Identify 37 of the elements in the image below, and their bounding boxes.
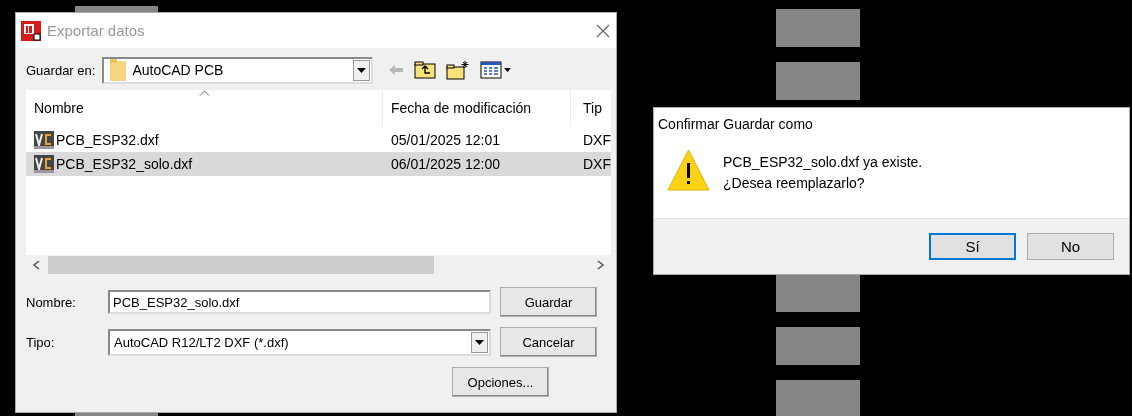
window-title: Exportar datos xyxy=(47,22,146,39)
column-header[interactable]: Tip xyxy=(571,90,613,126)
message-text: PCB_ESP32_solo.dxf ya existe. xyxy=(723,153,923,172)
save-button[interactable]: Guardar xyxy=(500,287,597,317)
message-text: ¿Desea reemplazarlo? xyxy=(723,174,866,193)
folder-icon xyxy=(110,59,127,81)
dialog-title: Confirmar Guardar como xyxy=(657,115,814,134)
field-label: Tipo: xyxy=(26,334,56,350)
no-button[interactable]: No xyxy=(1027,233,1114,260)
yes-button[interactable]: Sí xyxy=(929,233,1016,260)
new-folder-icon[interactable] xyxy=(446,60,471,80)
modified-date: 05/01/2025 12:01 xyxy=(390,132,501,148)
file-name: PCB_ESP32.dxf xyxy=(56,132,159,148)
dropdown-caret-icon xyxy=(475,339,484,345)
file-icon xyxy=(34,155,54,173)
app-icon xyxy=(21,20,41,41)
close-icon[interactable] xyxy=(596,23,610,38)
options-button[interactable]: Opciones... xyxy=(452,367,549,397)
filename-field[interactable]: PCB_ESP32_solo.dxf xyxy=(108,290,491,314)
file-type: DXF xyxy=(582,156,612,172)
dropdown-caret-icon xyxy=(357,67,367,73)
field-label: Nombre: xyxy=(26,294,77,310)
column-header[interactable]: Fecha de modificación xyxy=(383,90,571,126)
folder-up-icon[interactable] xyxy=(414,61,437,79)
field-label: Guardar en: xyxy=(26,62,96,78)
file-name: PCB_ESP32_solo.dxf xyxy=(56,156,193,172)
file-icon xyxy=(34,131,54,149)
modified-date: 06/01/2025 12:00 xyxy=(390,156,501,172)
file-type: DXF xyxy=(582,132,612,148)
cancel-button[interactable]: Cancelar xyxy=(500,327,597,357)
column-header[interactable]: Nombre xyxy=(26,90,383,126)
warning-icon xyxy=(667,149,710,191)
file-row[interactable]: PCB_ESP32.dxf 05/01/2025 12:01 DXF xyxy=(26,128,611,152)
folder-dropdown[interactable]: AutoCAD PCB xyxy=(102,56,374,84)
file-row[interactable]: PCB_ESP32_solo.dxf 06/01/2025 12:00 DXF xyxy=(26,152,611,176)
view-menu-icon[interactable] xyxy=(480,61,513,79)
file-type-dropdown[interactable]: AutoCAD R12/LT2 DXF (*.dxf) xyxy=(108,328,491,356)
